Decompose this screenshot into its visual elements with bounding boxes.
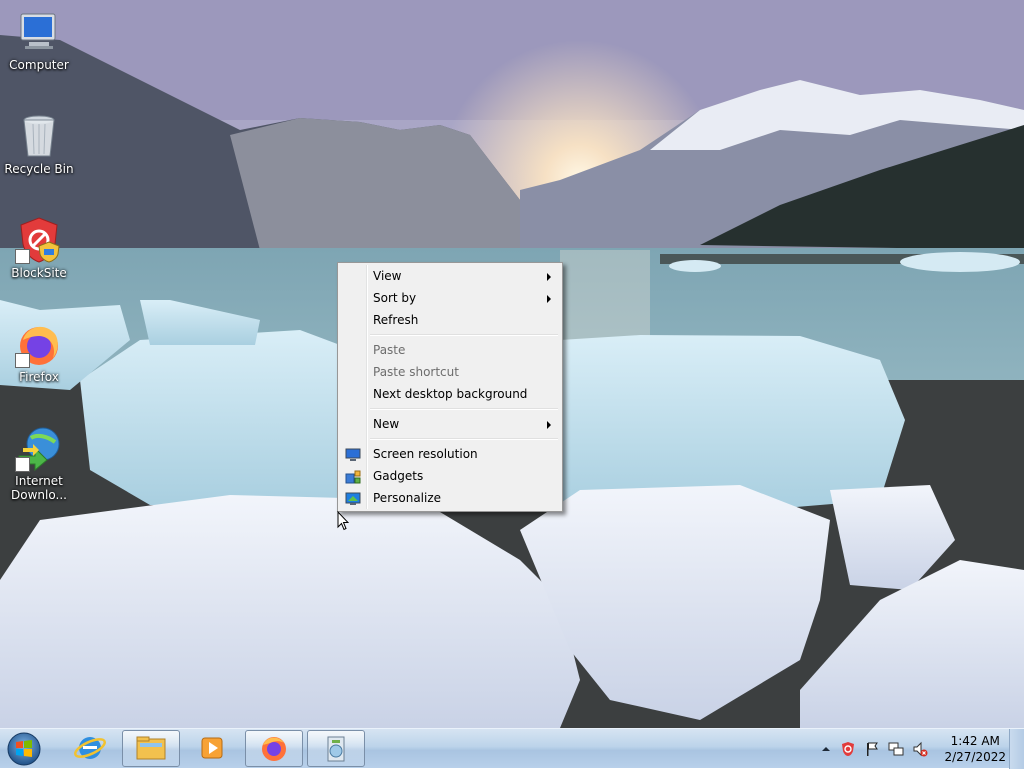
- menu-item-gadgets[interactable]: Gadgets: [340, 465, 560, 487]
- desktop-icon-label: BlockSite: [11, 266, 67, 280]
- firefox-icon: [262, 737, 286, 761]
- installer-icon: [327, 736, 345, 762]
- taskbar-windows-explorer[interactable]: [122, 730, 180, 767]
- taskbar-clock[interactable]: 1:42 AM 2/27/2022: [944, 733, 1006, 765]
- menu-item-next-desktop-background[interactable]: Next desktop background: [340, 383, 560, 405]
- desktop-icon-label: Computer: [9, 58, 69, 72]
- menu-item-label: Next desktop background: [373, 387, 528, 401]
- taskbar: 1:42 AM 2/27/2022: [0, 728, 1024, 769]
- media-player-icon: [201, 737, 223, 759]
- menu-item-paste[interactable]: Paste: [340, 339, 560, 361]
- clock-date: 2/27/2022: [944, 750, 1006, 764]
- desktop-icon-computer[interactable]: Computer: [1, 8, 77, 72]
- menu-item-personalize[interactable]: Personalize: [340, 487, 560, 509]
- desktop-icon-firefox[interactable]: Firefox: [1, 320, 77, 384]
- volume-muted-icon[interactable]: [912, 741, 928, 757]
- show-hidden-icons[interactable]: [818, 741, 834, 757]
- menu-item-label: Personalize: [373, 491, 442, 505]
- personalize-icon: [345, 491, 361, 505]
- desktop-context-menu: View Sort by Refresh Paste Paste shortcu…: [337, 262, 563, 512]
- menu-separator: [370, 334, 558, 336]
- menu-item-label: Gadgets: [373, 469, 424, 483]
- internet-explorer-icon: [74, 737, 106, 759]
- shortcut-arrow-icon: [15, 353, 30, 368]
- taskbar-firefox[interactable]: [245, 730, 303, 767]
- desktop[interactable]: Computer Recycle Bin BlockSite Firefox I…: [0, 0, 1024, 728]
- shortcut-arrow-icon: [15, 457, 30, 472]
- menu-item-paste-shortcut[interactable]: Paste shortcut: [340, 361, 560, 383]
- network-icon[interactable]: [888, 741, 904, 757]
- menu-item-view[interactable]: View: [340, 265, 560, 287]
- taskbar-installer[interactable]: [307, 730, 365, 767]
- taskbar-internet-explorer[interactable]: [61, 730, 119, 767]
- show-desktop-button[interactable]: [1009, 729, 1024, 769]
- submenu-arrow-icon: [547, 295, 551, 303]
- gadgets-icon: [345, 469, 361, 484]
- submenu-arrow-icon: [547, 273, 551, 281]
- desktop-icon-recycle-bin[interactable]: Recycle Bin: [1, 112, 77, 176]
- internet-download-manager-icon: [15, 424, 63, 472]
- desktop-icon-label: Internet Downlo...: [11, 474, 67, 502]
- action-center-flag-icon[interactable]: [864, 741, 880, 757]
- menu-item-label: Sort by: [373, 291, 417, 305]
- display-icon: [345, 447, 361, 461]
- recycle-bin-icon: [15, 112, 63, 160]
- menu-item-label: View: [373, 269, 402, 283]
- blocksite-tray-icon[interactable]: [840, 741, 856, 757]
- taskbar-media-player[interactable]: [183, 730, 241, 767]
- desktop-icon-blocksite[interactable]: BlockSite: [1, 216, 77, 280]
- mouse-cursor-icon: [337, 511, 349, 531]
- desktop-icon-label: Recycle Bin: [4, 162, 74, 176]
- firefox-icon: [15, 320, 63, 368]
- blocksite-icon: [15, 216, 63, 264]
- menu-item-screen-resolution[interactable]: Screen resolution: [340, 443, 560, 465]
- submenu-arrow-icon: [547, 421, 551, 429]
- system-tray: 1:42 AM 2/27/2022: [814, 729, 1024, 769]
- desktop-icon-internet-download-manager[interactable]: Internet Downlo...: [1, 424, 77, 502]
- windows-explorer-icon: [136, 736, 166, 760]
- menu-item-label: Refresh: [373, 313, 419, 327]
- menu-separator: [370, 438, 558, 440]
- start-button[interactable]: [4, 730, 44, 768]
- menu-item-label: New: [373, 417, 400, 431]
- clock-time: 1:42 AM: [950, 734, 1000, 748]
- computer-icon: [15, 8, 63, 56]
- desktop-icon-label: Firefox: [19, 370, 59, 384]
- menu-item-label: Paste shortcut: [373, 365, 459, 379]
- menu-item-refresh[interactable]: Refresh: [340, 309, 560, 331]
- windows-orb-icon: [7, 732, 41, 766]
- menu-item-new[interactable]: New: [340, 413, 560, 435]
- shortcut-arrow-icon: [15, 249, 30, 264]
- menu-separator: [370, 408, 558, 410]
- menu-item-sort-by[interactable]: Sort by: [340, 287, 560, 309]
- menu-item-label: Screen resolution: [373, 447, 478, 461]
- menu-item-label: Paste: [373, 343, 406, 357]
